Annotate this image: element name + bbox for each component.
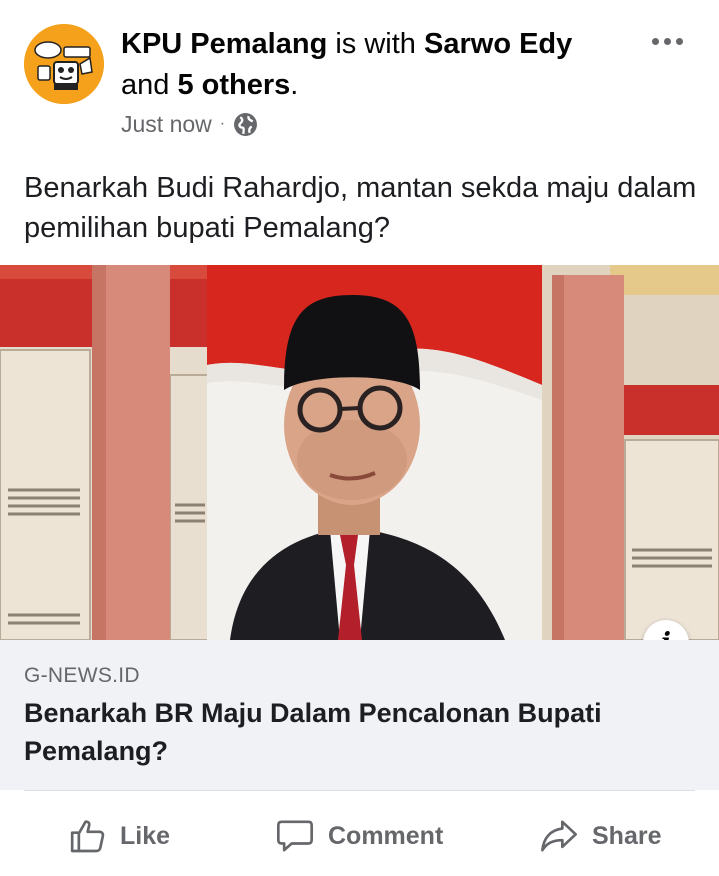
more-dot-icon bbox=[663, 37, 671, 45]
kpu-logo-icon bbox=[24, 24, 104, 104]
post-header: KPU Pemalang is with Sarwo Edy and 5 oth… bbox=[121, 24, 621, 106]
with-text: is with bbox=[335, 28, 416, 60]
post-body: Benarkah Budi Rahardjo, mantan sekda maj… bbox=[24, 172, 697, 244]
meta-separator: · bbox=[219, 115, 226, 132]
like-label: Like bbox=[120, 821, 171, 850]
thumbs-up-icon bbox=[70, 820, 105, 853]
others-link[interactable]: 5 others bbox=[177, 69, 290, 101]
divider bbox=[24, 790, 695, 791]
share-label: Share bbox=[592, 821, 662, 850]
tagged-person[interactable]: Sarwo Edy bbox=[424, 28, 572, 60]
action-bar: Like Comment Share bbox=[0, 806, 719, 866]
more-dot-icon bbox=[675, 37, 683, 45]
author-name[interactable]: KPU Pemalang bbox=[121, 28, 327, 60]
page-avatar[interactable] bbox=[24, 24, 104, 104]
globe-icon[interactable] bbox=[233, 112, 258, 137]
comment-label: Comment bbox=[328, 821, 444, 850]
link-title[interactable]: Benarkah BR Maju Dalam Pencalonan Bupati… bbox=[24, 694, 684, 770]
feed-post: KPU Pemalang is with Sarwo Edy and 5 oth… bbox=[0, 0, 719, 876]
more-options-button[interactable] bbox=[645, 24, 689, 58]
comment-icon bbox=[277, 820, 313, 852]
link-preview-image[interactable] bbox=[0, 265, 719, 640]
share-button[interactable]: Share bbox=[538, 806, 661, 866]
share-icon bbox=[541, 820, 577, 852]
banner-photo bbox=[0, 265, 719, 640]
comment-button[interactable]: Comment bbox=[274, 806, 443, 866]
post-meta: Just now · bbox=[121, 107, 258, 141]
header-period: . bbox=[290, 69, 299, 101]
and-text: and bbox=[121, 69, 170, 101]
link-domain: G-NEWS.ID bbox=[24, 664, 140, 687]
more-dot-icon bbox=[651, 37, 659, 45]
like-button[interactable]: Like bbox=[68, 806, 170, 866]
post-timestamp[interactable]: Just now bbox=[121, 111, 212, 138]
